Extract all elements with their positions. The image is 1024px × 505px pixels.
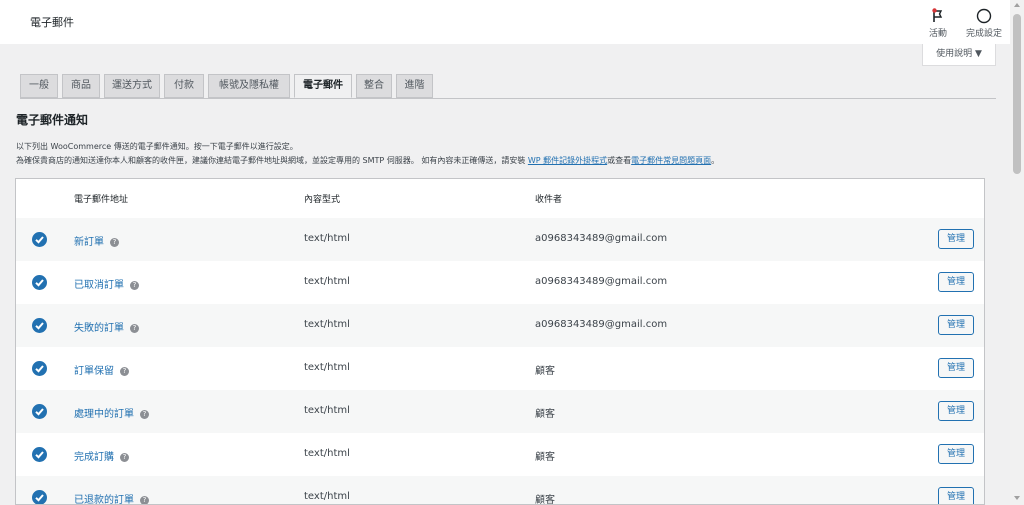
enabled-check-icon bbox=[32, 404, 47, 419]
email-name[interactable]: 訂單保留 bbox=[74, 366, 114, 377]
tab-accounts-privacy[interactable]: 帳號及隱私權 bbox=[208, 74, 290, 98]
table-row: 完成訂購? text/html 顧客 管理 bbox=[16, 433, 984, 476]
content-type: text/html bbox=[304, 233, 350, 244]
email-link[interactable]: 已退款的訂單? bbox=[74, 491, 149, 504]
tab-payments[interactable]: 付款 bbox=[164, 74, 204, 98]
section-description-1: 以下列出 WooCommerce 傳送的電子郵件通知。按一下電子郵件以進行設定。 bbox=[16, 142, 298, 151]
scrollbar-thumb[interactable] bbox=[1013, 14, 1021, 174]
activity-button[interactable]: 活動 bbox=[924, 8, 952, 39]
wp-mail-logging-link[interactable]: WP 郵件記錄外掛程式 bbox=[528, 156, 607, 165]
section-heading: 電子郵件通知 bbox=[16, 113, 89, 127]
table-row: 失敗的訂單? text/html a0968343489@gmail.com 管… bbox=[16, 304, 984, 347]
desc-text-a: 為確保貴商店的通知送達你本人和顧客的收件匣，建議你連結電子郵件地址與網域，並設定… bbox=[16, 156, 528, 165]
manage-button[interactable]: 管理 bbox=[938, 401, 974, 421]
content-type: text/html bbox=[304, 405, 350, 416]
table-row: 訂單保留? text/html 顧客 管理 bbox=[16, 347, 984, 390]
flag-icon bbox=[924, 8, 952, 24]
tab-advanced[interactable]: 進階 bbox=[396, 74, 433, 98]
content-type: text/html bbox=[304, 276, 350, 287]
table-row: 新訂單? text/html a0968343489@gmail.com 管理 bbox=[16, 218, 984, 261]
email-notifications-table: 電子郵件地址 內容型式 收件者 新訂單? text/html a09683434… bbox=[15, 178, 985, 505]
email-link[interactable]: 已取消訂單? bbox=[74, 276, 139, 291]
tab-products[interactable]: 商品 bbox=[62, 74, 100, 98]
vertical-scrollbar[interactable] bbox=[1010, 0, 1024, 505]
table-header: 電子郵件地址 內容型式 收件者 bbox=[16, 179, 984, 219]
email-faq-link[interactable]: 電子郵件常見問題頁面 bbox=[631, 156, 711, 165]
email-link[interactable]: 失敗的訂單? bbox=[74, 319, 139, 334]
tab-emails[interactable]: 電子郵件 bbox=[294, 74, 352, 98]
recipient: a0968343489@gmail.com bbox=[535, 233, 668, 244]
enabled-check-icon bbox=[32, 490, 47, 504]
recipient: a0968343489@gmail.com bbox=[535, 319, 668, 330]
enabled-check-icon bbox=[32, 361, 47, 376]
email-link[interactable]: 訂單保留? bbox=[74, 362, 129, 377]
activity-label: 活動 bbox=[928, 29, 947, 39]
help-tip-icon[interactable]: ? bbox=[140, 495, 149, 504]
settings-tabs: 一般 商品 運送方式 付款 帳號及隱私權 電子郵件 整合 進階 bbox=[20, 74, 996, 99]
finish-setup-button[interactable]: 完成設定 bbox=[962, 8, 1006, 39]
email-link[interactable]: 新訂單? bbox=[74, 233, 119, 248]
setup-label: 完成設定 bbox=[965, 29, 1002, 39]
tab-shipping[interactable]: 運送方式 bbox=[104, 74, 160, 98]
email-link[interactable]: 完成訂購? bbox=[74, 448, 129, 463]
header-content-type: 內容型式 bbox=[304, 195, 341, 205]
page-title: 電子郵件 bbox=[30, 16, 74, 29]
email-name[interactable]: 處理中的訂單 bbox=[74, 409, 134, 420]
help-dropdown-button[interactable]: 使用說明 ▼ bbox=[922, 44, 996, 66]
manage-button[interactable]: 管理 bbox=[938, 487, 974, 504]
desc-text-c: 。 bbox=[711, 156, 720, 165]
manage-button[interactable]: 管理 bbox=[938, 315, 974, 335]
email-name[interactable]: 已取消訂單 bbox=[74, 280, 124, 291]
help-tip-icon[interactable]: ? bbox=[130, 323, 139, 333]
help-tip-icon[interactable]: ? bbox=[130, 280, 139, 290]
email-name[interactable]: 已退款的訂單 bbox=[74, 495, 134, 504]
email-name[interactable]: 完成訂購 bbox=[74, 452, 114, 463]
table-row: 已退款的訂單? text/html 顧客 管理 bbox=[16, 476, 984, 505]
email-name[interactable]: 新訂單 bbox=[74, 237, 104, 248]
enabled-check-icon bbox=[32, 318, 47, 333]
desc-text-b: 或查看 bbox=[607, 156, 632, 165]
table-row: 已取消訂單? text/html a0968343489@gmail.com 管… bbox=[16, 261, 984, 304]
help-tip-icon[interactable]: ? bbox=[110, 237, 119, 247]
section-description-2: 為確保貴商店的通知送達你本人和顧客的收件匣，建議你連結電子郵件地址與網域，並設定… bbox=[16, 155, 719, 166]
table-row: 處理中的訂單? text/html 顧客 管理 bbox=[16, 390, 984, 433]
email-link[interactable]: 處理中的訂單? bbox=[74, 405, 149, 420]
enabled-check-icon bbox=[32, 232, 47, 247]
recipient: a0968343489@gmail.com bbox=[535, 276, 668, 287]
enabled-check-icon bbox=[32, 447, 47, 462]
header-email: 電子郵件地址 bbox=[74, 195, 129, 205]
scroll-up-arrow-icon[interactable] bbox=[1014, 3, 1020, 7]
help-tip-icon[interactable]: ? bbox=[120, 366, 129, 376]
manage-button[interactable]: 管理 bbox=[938, 272, 974, 292]
manage-button[interactable]: 管理 bbox=[938, 229, 974, 249]
manage-button[interactable]: 管理 bbox=[938, 444, 974, 464]
enabled-check-icon bbox=[32, 275, 47, 290]
progress-circle-icon bbox=[962, 8, 1006, 24]
tab-general[interactable]: 一般 bbox=[20, 74, 58, 98]
manage-button[interactable]: 管理 bbox=[938, 358, 974, 378]
help-tip-icon[interactable]: ? bbox=[120, 452, 129, 462]
top-bar: 電子郵件 活動 完成設定 bbox=[0, 0, 1010, 44]
tab-integration[interactable]: 整合 bbox=[356, 74, 392, 98]
content-type: text/html bbox=[304, 362, 350, 373]
recipient: 顧客 bbox=[535, 452, 555, 463]
recipient: 顧客 bbox=[535, 495, 555, 505]
scroll-down-arrow-icon[interactable] bbox=[1014, 496, 1020, 500]
content-type: text/html bbox=[304, 319, 350, 330]
header-recipient: 收件者 bbox=[535, 195, 563, 205]
help-tip-icon[interactable]: ? bbox=[140, 409, 149, 419]
recipient: 顧客 bbox=[535, 409, 555, 420]
content-type: text/html bbox=[304, 448, 350, 459]
recipient: 顧客 bbox=[535, 366, 555, 377]
email-name[interactable]: 失敗的訂單 bbox=[74, 323, 124, 334]
content-type: text/html bbox=[304, 491, 350, 502]
